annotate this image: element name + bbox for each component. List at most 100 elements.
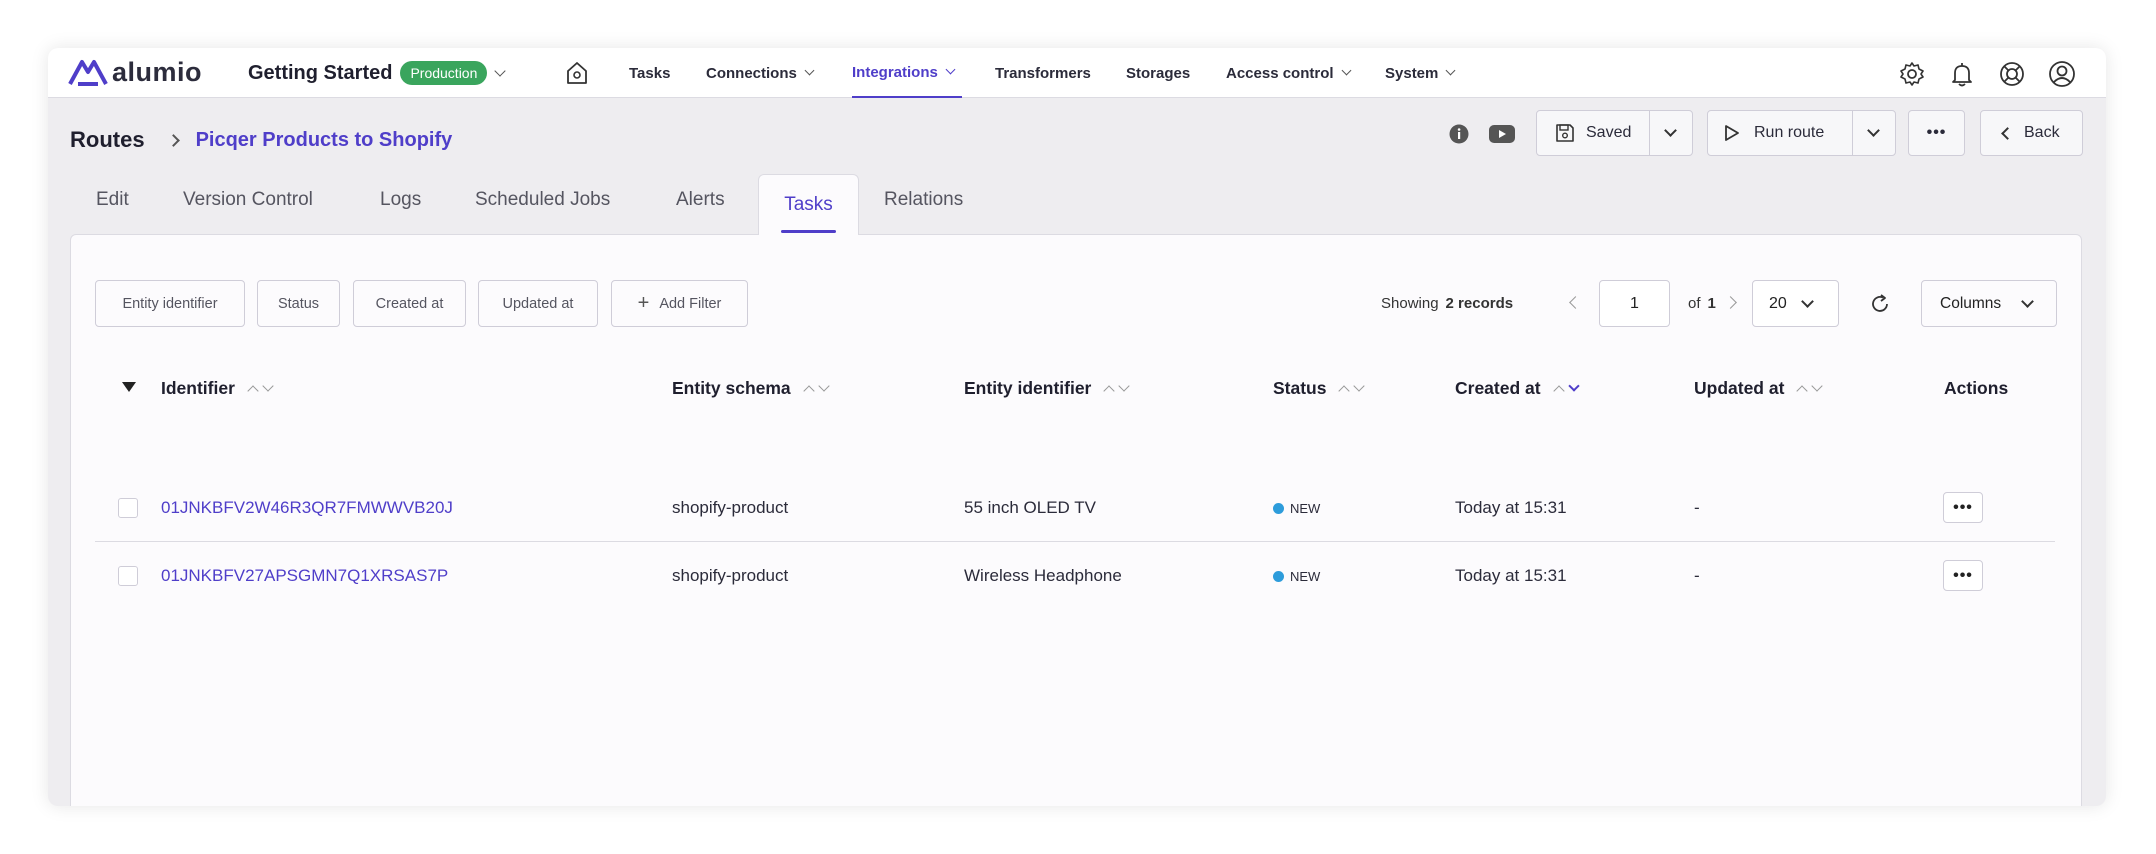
run-route-label: Run route [1754,124,1825,141]
total-pages-value: 1 [1707,295,1716,312]
column-header-entity-identifier[interactable]: Entity identifier [964,373,1131,403]
breadcrumb-routes[interactable]: Routes [70,127,145,153]
home-icon[interactable] [563,59,591,87]
user-icon[interactable] [2048,60,2076,88]
chevron-down-icon [1445,65,1456,76]
nav-connections[interactable]: Connections [706,48,815,98]
tab-alerts[interactable]: Alerts [676,176,725,223]
sort-icon[interactable] [802,379,830,397]
gear-icon[interactable] [1898,60,1926,88]
next-page-icon[interactable] [1724,296,1737,309]
info-icon[interactable] [1448,123,1470,145]
chevron-down-icon [494,64,507,77]
back-button[interactable]: Back [1980,110,2083,156]
nav-storages-label: Storages [1126,64,1191,82]
lifebuoy-icon[interactable] [1998,60,2026,88]
column-header-identifier[interactable]: Identifier [161,373,274,403]
tasks-panel: Entity identifier Status Created at Upda… [70,234,2082,806]
tab-tasks-label: Tasks [784,194,833,215]
nav-system-label: System [1385,64,1439,82]
floppy-disk-icon [1556,124,1574,142]
filter-updated-at-label: Updated at [502,295,574,312]
row-actions-button[interactable]: ••• [1943,492,1983,523]
column-header-created-at[interactable]: Created at [1455,373,1580,403]
records-count: 2 records [1445,295,1514,312]
showing-label: Showing [1381,295,1439,312]
updated-at-cell: - [1694,566,1700,585]
active-tab-indicator [781,230,836,233]
page-number-input[interactable]: 1 [1599,280,1670,327]
tab-version-control-label: Version Control [183,188,313,210]
task-identifier-link[interactable]: 01JNKBFV2W46R3QR7FMWWVB20J [161,493,453,523]
column-header-entity-schema[interactable]: Entity schema [672,373,830,403]
nav-access-control[interactable]: Access control [1226,48,1351,98]
page-size-value: 20 [1769,294,1787,312]
chevron-down-icon [804,65,815,76]
alumio-logo-icon [68,60,108,86]
run-route-dropdown-toggle[interactable] [1853,124,1896,137]
task-identifier-link[interactable]: 01JNKBFV27APSGMN7Q1XRSAS7P [161,561,448,591]
page-size-select[interactable]: 20 [1752,280,1839,327]
saved-button[interactable]: Saved [1537,123,1649,143]
row-actions-label: ••• [1953,566,1973,584]
sort-icon[interactable] [1796,379,1824,397]
nav-tasks[interactable]: Tasks [629,48,670,98]
nav-access-control-label: Access control [1226,64,1334,82]
saved-dropdown-toggle[interactable] [1650,124,1692,137]
refresh-icon[interactable] [1869,293,1891,315]
columns-button[interactable]: Columns [1921,280,2057,327]
sort-icon[interactable] [247,379,274,397]
nav-transformers[interactable]: Transformers [995,48,1091,98]
sort-icon[interactable] [1103,379,1131,397]
tab-edit[interactable]: Edit [96,176,129,223]
run-route-button-group: Run route [1707,110,1896,156]
tab-scheduled-jobs[interactable]: Scheduled Jobs [475,176,610,223]
status-dot-icon [1273,570,1284,582]
row-checkbox[interactable] [118,498,138,518]
column-header-updated-at-label: Updated at [1694,377,1785,398]
row-checkbox[interactable] [118,566,138,586]
filter-status[interactable]: Status [257,280,340,327]
page-number-value: 1 [1630,294,1639,312]
filter-entity-identifier[interactable]: Entity identifier [95,280,245,327]
sort-icon[interactable] [1552,379,1580,397]
breadcrumb-current[interactable]: Picqer Products to Shopify [196,129,453,152]
chevron-down-icon [1341,65,1351,76]
nav-integrations[interactable]: Integrations [852,48,962,98]
chevron-down-icon [1867,124,1881,137]
column-header-updated-at[interactable]: Updated at [1694,373,1824,403]
nav-storages[interactable]: Storages [1126,48,1190,98]
logo-text: alumio [112,56,203,87]
youtube-icon[interactable] [1488,123,1516,145]
sort-icon[interactable] [1338,379,1366,397]
alumio-logo[interactable]: alumio [68,54,202,90]
nav-system[interactable]: System [1385,48,1456,98]
project-switcher[interactable]: Getting Started Production [248,48,507,98]
bell-icon[interactable] [1948,60,1976,88]
tab-edit-label: Edit [96,188,129,210]
tab-tasks[interactable]: Tasks [758,174,859,235]
row-actions-button[interactable]: ••• [1943,560,1983,591]
tab-version-control[interactable]: Version Control [183,176,313,223]
task-identifier: 01JNKBFV2W46R3QR7FMWWVB20J [161,498,453,517]
created-at-cell: Today at 15:31 [1455,566,1567,585]
tab-relations-label: Relations [884,188,964,210]
environment-badge: Production [400,61,488,85]
more-options-button[interactable]: ••• [1908,110,1965,156]
more-options-label: ••• [1926,124,1947,141]
play-icon [1725,125,1739,141]
tab-relations[interactable]: Relations [884,176,963,223]
run-route-button[interactable]: Run route [1708,124,1852,142]
columns-label: Columns [1940,294,2002,312]
nav-transformers-label: Transformers [995,64,1091,82]
add-filter-button[interactable]: + Add Filter [611,280,748,327]
filter-created-at[interactable]: Created at [353,280,466,327]
previous-page-icon[interactable] [1569,296,1582,309]
entity-identifier-cell: Wireless Headphone [964,566,1122,585]
collapse-all-icon[interactable] [121,381,137,393]
filter-updated-at[interactable]: Updated at [478,280,598,327]
nav-connections-label: Connections [706,64,797,82]
tab-logs[interactable]: Logs [380,176,421,223]
column-header-status[interactable]: Status [1273,373,1366,403]
nav-tasks-label: Tasks [629,64,671,82]
